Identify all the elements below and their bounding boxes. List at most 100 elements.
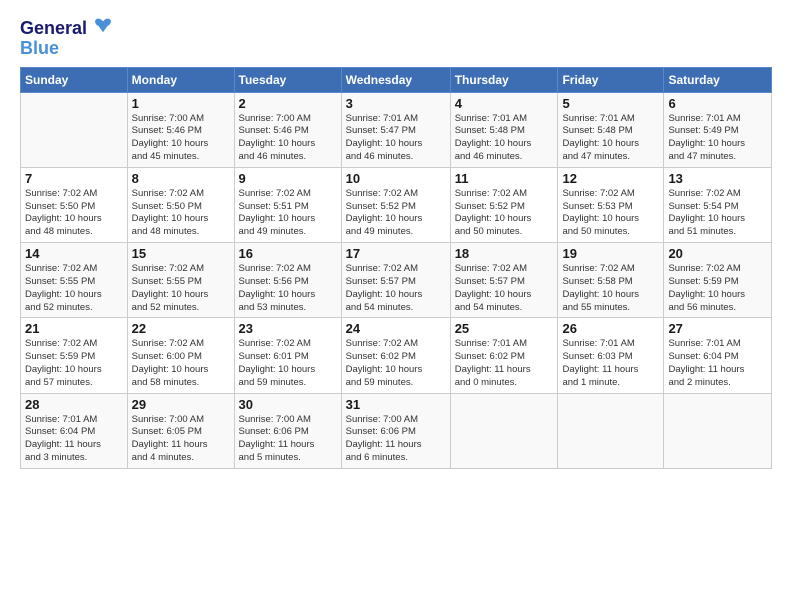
day-number: 10	[346, 171, 446, 186]
weekday-header-wednesday: Wednesday	[341, 67, 450, 92]
calendar-cell: 28Sunrise: 7:01 AMSunset: 6:04 PMDayligh…	[21, 393, 128, 468]
day-number: 2	[239, 96, 337, 111]
calendar-cell: 14 Sunrise: 7:02 AMSunset: 5:55 PMDayligh…	[21, 243, 128, 318]
day-info: Sunrise: 7:02 AMSunset: 5:55 PMDaylight:…	[25, 263, 123, 314]
day-number: 18	[455, 246, 554, 261]
day-number: 16	[239, 246, 337, 261]
logo: General Blue	[20, 16, 112, 59]
day-number: 5	[562, 96, 659, 111]
calendar-cell: 26Sunrise: 7:01 AMSunset: 6:03 PMDayligh…	[558, 318, 664, 393]
day-number: 19	[562, 246, 659, 261]
day-info: Sunrise: 7:01 AMSunset: 6:04 PMDaylight:…	[668, 338, 767, 389]
calendar-cell: 1 Sunrise: 7:00 AMSunset: 5:46 PMDaylight…	[127, 92, 234, 167]
calendar-cell: 6 Sunrise: 7:01 AMSunset: 5:49 PMDaylight…	[664, 92, 772, 167]
day-info: Sunrise: 7:02 AMSunset: 5:59 PMDaylight:…	[25, 338, 123, 389]
day-number: 7	[25, 171, 123, 186]
day-number: 8	[132, 171, 230, 186]
calendar-cell: 3 Sunrise: 7:01 AMSunset: 5:47 PMDaylight…	[341, 92, 450, 167]
weekday-header-tuesday: Tuesday	[234, 67, 341, 92]
day-number: 27	[668, 321, 767, 336]
week-row-1: 7 Sunrise: 7:02 AMSunset: 5:50 PMDaylight…	[21, 167, 772, 242]
day-number: 12	[562, 171, 659, 186]
day-info: Sunrise: 7:02 AMSunset: 6:02 PMDaylight:…	[346, 338, 446, 389]
day-number: 31	[346, 397, 446, 412]
day-info: Sunrise: 7:02 AMSunset: 5:57 PMDaylight:…	[455, 263, 554, 314]
day-number: 13	[668, 171, 767, 186]
day-info: Sunrise: 7:00 AMSunset: 5:46 PMDaylight:…	[239, 113, 337, 164]
day-info: Sunrise: 7:02 AMSunset: 5:56 PMDaylight:…	[239, 263, 337, 314]
calendar-cell: 9 Sunrise: 7:02 AMSunset: 5:51 PMDaylight…	[234, 167, 341, 242]
day-number: 23	[239, 321, 337, 336]
calendar-cell: 27 Sunrise: 7:01 AMSunset: 6:04 PMDayligh…	[664, 318, 772, 393]
weekday-header-friday: Friday	[558, 67, 664, 92]
calendar-cell: 10 Sunrise: 7:02 AMSunset: 5:52 PMDayligh…	[341, 167, 450, 242]
weekday-header-saturday: Saturday	[664, 67, 772, 92]
day-number: 6	[668, 96, 767, 111]
logo-text-line1: General	[20, 16, 112, 39]
calendar-cell: 7 Sunrise: 7:02 AMSunset: 5:50 PMDaylight…	[21, 167, 128, 242]
calendar-cell: 21 Sunrise: 7:02 AMSunset: 5:59 PMDayligh…	[21, 318, 128, 393]
weekday-header-sunday: Sunday	[21, 67, 128, 92]
day-number: 1	[132, 96, 230, 111]
day-info: Sunrise: 7:01 AMSunset: 5:48 PMDaylight:…	[455, 113, 554, 164]
logo-bird-icon	[94, 16, 112, 34]
day-number: 24	[346, 321, 446, 336]
day-number: 26	[562, 321, 659, 336]
calendar-cell: 24 Sunrise: 7:02 AMSunset: 6:02 PMDayligh…	[341, 318, 450, 393]
day-number: 3	[346, 96, 446, 111]
day-info: Sunrise: 7:01 AMSunset: 5:47 PMDaylight:…	[346, 113, 446, 164]
day-number: 11	[455, 171, 554, 186]
calendar-cell: 5Sunrise: 7:01 AMSunset: 5:48 PMDaylight…	[558, 92, 664, 167]
week-row-0: 1 Sunrise: 7:00 AMSunset: 5:46 PMDaylight…	[21, 92, 772, 167]
day-info: Sunrise: 7:00 AMSunset: 6:06 PMDaylight:…	[239, 414, 337, 465]
calendar-cell: 31 Sunrise: 7:00 AMSunset: 6:06 PMDayligh…	[341, 393, 450, 468]
day-number: 30	[239, 397, 337, 412]
calendar-cell: 12Sunrise: 7:02 AMSunset: 5:53 PMDayligh…	[558, 167, 664, 242]
day-info: Sunrise: 7:02 AMSunset: 5:50 PMDaylight:…	[25, 188, 123, 239]
weekday-header-monday: Monday	[127, 67, 234, 92]
calendar-cell	[450, 393, 558, 468]
calendar-cell: 20 Sunrise: 7:02 AMSunset: 5:59 PMDayligh…	[664, 243, 772, 318]
day-info: Sunrise: 7:00 AMSunset: 6:06 PMDaylight:…	[346, 414, 446, 465]
day-info: Sunrise: 7:02 AMSunset: 5:54 PMDaylight:…	[668, 188, 767, 239]
logo-text-line2: Blue	[20, 39, 112, 59]
weekday-header-row: SundayMondayTuesdayWednesdayThursdayFrid…	[21, 67, 772, 92]
calendar-cell: 19 Sunrise: 7:02 AMSunset: 5:58 PMDayligh…	[558, 243, 664, 318]
calendar-cell	[21, 92, 128, 167]
day-info: Sunrise: 7:02 AMSunset: 5:51 PMDaylight:…	[239, 188, 337, 239]
day-info: Sunrise: 7:02 AMSunset: 5:52 PMDaylight:…	[346, 188, 446, 239]
day-info: Sunrise: 7:02 AMSunset: 5:57 PMDaylight:…	[346, 263, 446, 314]
calendar-cell: 25 Sunrise: 7:01 AMSunset: 6:02 PMDayligh…	[450, 318, 558, 393]
day-info: Sunrise: 7:00 AMSunset: 5:46 PMDaylight:…	[132, 113, 230, 164]
calendar-table: SundayMondayTuesdayWednesdayThursdayFrid…	[20, 67, 772, 469]
day-info: Sunrise: 7:01 AMSunset: 6:02 PMDaylight:…	[455, 338, 554, 389]
calendar-cell	[558, 393, 664, 468]
weekday-header-thursday: Thursday	[450, 67, 558, 92]
calendar-cell: 2 Sunrise: 7:00 AMSunset: 5:46 PMDaylight…	[234, 92, 341, 167]
week-row-2: 14 Sunrise: 7:02 AMSunset: 5:55 PMDayligh…	[21, 243, 772, 318]
day-number: 29	[132, 397, 230, 412]
calendar-cell: 8Sunrise: 7:02 AMSunset: 5:50 PMDaylight…	[127, 167, 234, 242]
calendar-cell: 18 Sunrise: 7:02 AMSunset: 5:57 PMDayligh…	[450, 243, 558, 318]
day-info: Sunrise: 7:01 AMSunset: 5:49 PMDaylight:…	[668, 113, 767, 164]
day-number: 17	[346, 246, 446, 261]
day-number: 14	[25, 246, 123, 261]
calendar-cell: 22Sunrise: 7:02 AMSunset: 6:00 PMDayligh…	[127, 318, 234, 393]
day-number: 20	[668, 246, 767, 261]
day-number: 28	[25, 397, 123, 412]
page: General Blue SundayMondayTuesdayWednesda…	[0, 0, 792, 612]
day-number: 25	[455, 321, 554, 336]
calendar-cell: 23Sunrise: 7:02 AMSunset: 6:01 PMDayligh…	[234, 318, 341, 393]
calendar-cell: 30 Sunrise: 7:00 AMSunset: 6:06 PMDayligh…	[234, 393, 341, 468]
day-number: 4	[455, 96, 554, 111]
calendar-cell: 15Sunrise: 7:02 AMSunset: 5:55 PMDayligh…	[127, 243, 234, 318]
day-number: 21	[25, 321, 123, 336]
day-number: 9	[239, 171, 337, 186]
calendar-cell	[664, 393, 772, 468]
day-info: Sunrise: 7:02 AMSunset: 5:59 PMDaylight:…	[668, 263, 767, 314]
calendar-cell: 29Sunrise: 7:00 AMSunset: 6:05 PMDayligh…	[127, 393, 234, 468]
week-row-4: 28Sunrise: 7:01 AMSunset: 6:04 PMDayligh…	[21, 393, 772, 468]
day-info: Sunrise: 7:02 AMSunset: 5:58 PMDaylight:…	[562, 263, 659, 314]
calendar-cell: 17 Sunrise: 7:02 AMSunset: 5:57 PMDayligh…	[341, 243, 450, 318]
header: General Blue	[20, 16, 772, 59]
